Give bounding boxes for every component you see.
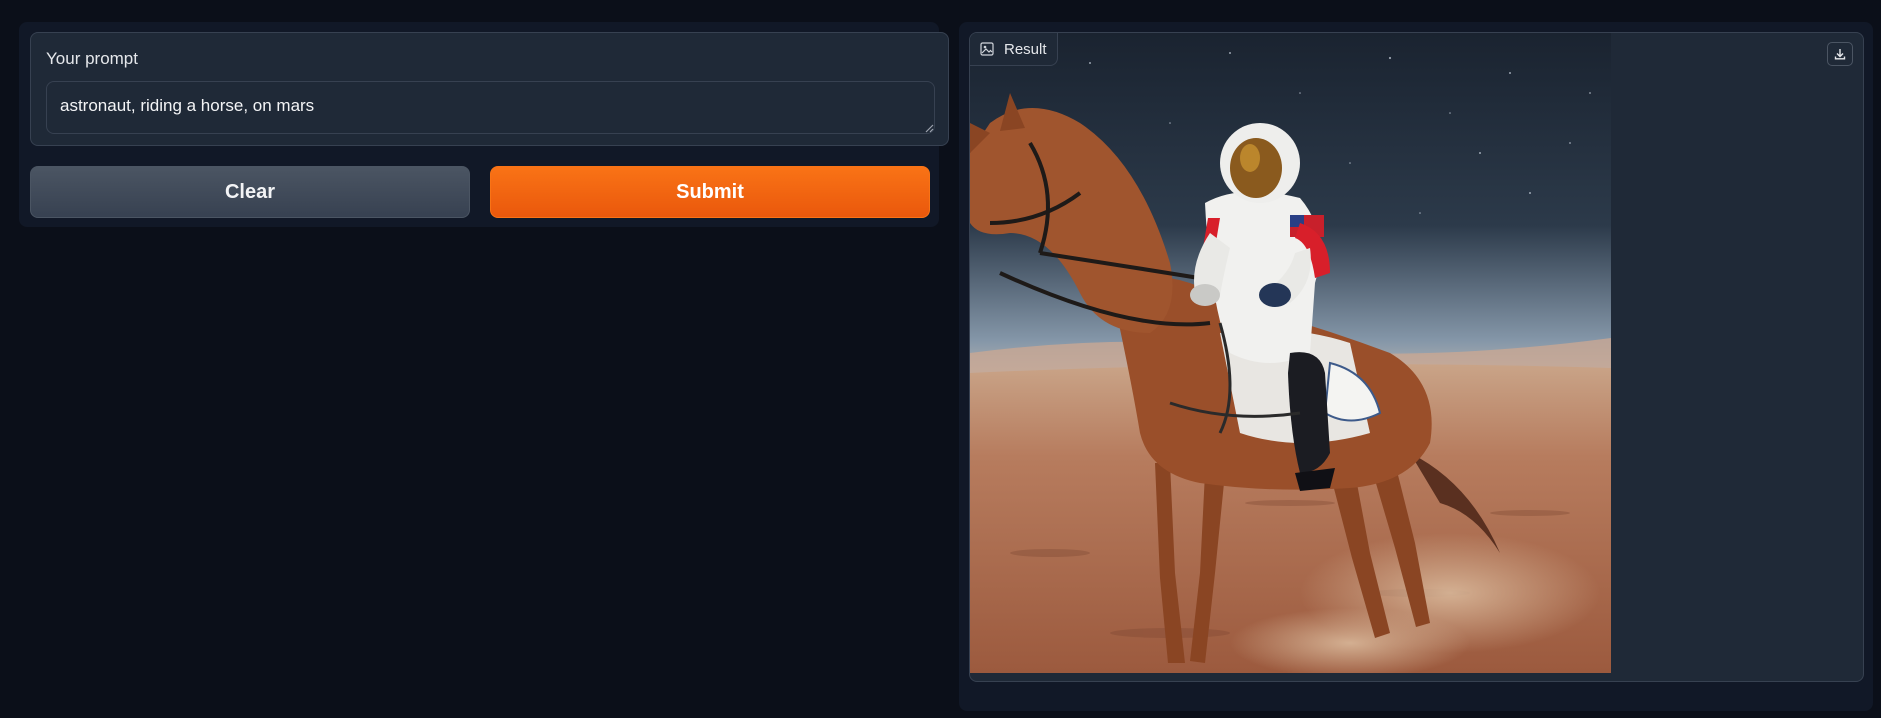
result-block: Result <box>969 32 1864 682</box>
image-icon <box>980 42 994 56</box>
result-image <box>970 33 1611 673</box>
result-tag: Result <box>970 33 1058 66</box>
output-panel: Result <box>959 22 1873 711</box>
prompt-label: Your prompt <box>46 49 138 68</box>
download-icon <box>1834 49 1846 60</box>
resize-grip-icon[interactable] <box>924 123 934 133</box>
prompt-input[interactable]: astronaut, riding a horse, on mars <box>46 81 935 134</box>
clear-button[interactable]: Clear <box>30 166 470 218</box>
submit-button[interactable]: Submit <box>490 166 930 218</box>
download-button[interactable] <box>1827 42 1853 66</box>
prompt-block: Your prompt astronaut, riding a horse, o… <box>30 32 949 146</box>
result-label: Result <box>1004 40 1047 58</box>
